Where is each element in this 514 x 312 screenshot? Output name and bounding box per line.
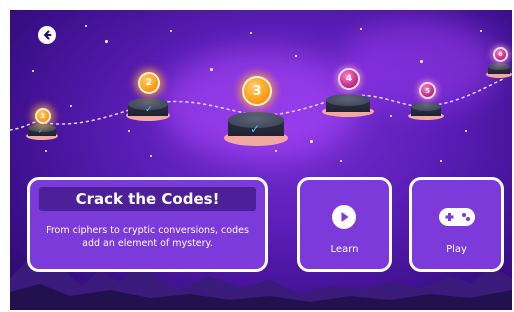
level-node-5[interactable]: 5 <box>408 80 444 124</box>
level-number: 2 <box>145 78 153 88</box>
learn-label: Learn <box>330 244 359 255</box>
game-screen: ✓ 1 ✓ 2 ✓ 3 4 5 6 Crack the Codes! From … <box>10 10 512 310</box>
platform-top <box>488 63 510 70</box>
level-node-6[interactable]: 6 <box>486 46 512 80</box>
level-badge: 5 <box>419 82 436 99</box>
platform-top <box>326 94 370 106</box>
level-number: 3 <box>252 83 262 99</box>
play-label: Play <box>446 244 467 255</box>
level-node-3[interactable]: ✓ 3 <box>224 74 288 150</box>
learn-button[interactable]: Learn <box>297 177 392 272</box>
card-description: From ciphers to cryptic conversions, cod… <box>46 225 249 249</box>
title-bar: Crack the Codes! <box>39 187 256 211</box>
check-icon: ✓ <box>145 105 153 115</box>
level-number: 1 <box>40 112 46 120</box>
info-card: Crack the Codes! From ciphers to cryptic… <box>27 177 268 272</box>
level-badge: 4 <box>338 68 360 90</box>
level-badge: 2 <box>138 72 160 94</box>
play-button[interactable]: Play <box>409 177 504 272</box>
level-badge: 1 <box>35 108 51 124</box>
level-node-4[interactable]: 4 <box>322 64 374 122</box>
level-node-1[interactable]: ✓ 1 <box>26 106 58 146</box>
level-number: 4 <box>345 74 353 84</box>
check-icon: ✓ <box>250 122 261 136</box>
level-node-2[interactable]: ✓ 2 <box>124 68 174 124</box>
platform-top <box>411 102 441 111</box>
card-title: Crack the Codes! <box>75 190 220 208</box>
check-icon: ✓ <box>38 128 44 135</box>
play-circle-icon <box>332 205 356 229</box>
level-badge: 3 <box>242 76 272 106</box>
level-number: 6 <box>498 51 503 58</box>
gamepad-icon <box>439 208 475 226</box>
level-number: 5 <box>425 86 430 95</box>
level-badge: 6 <box>493 47 508 62</box>
